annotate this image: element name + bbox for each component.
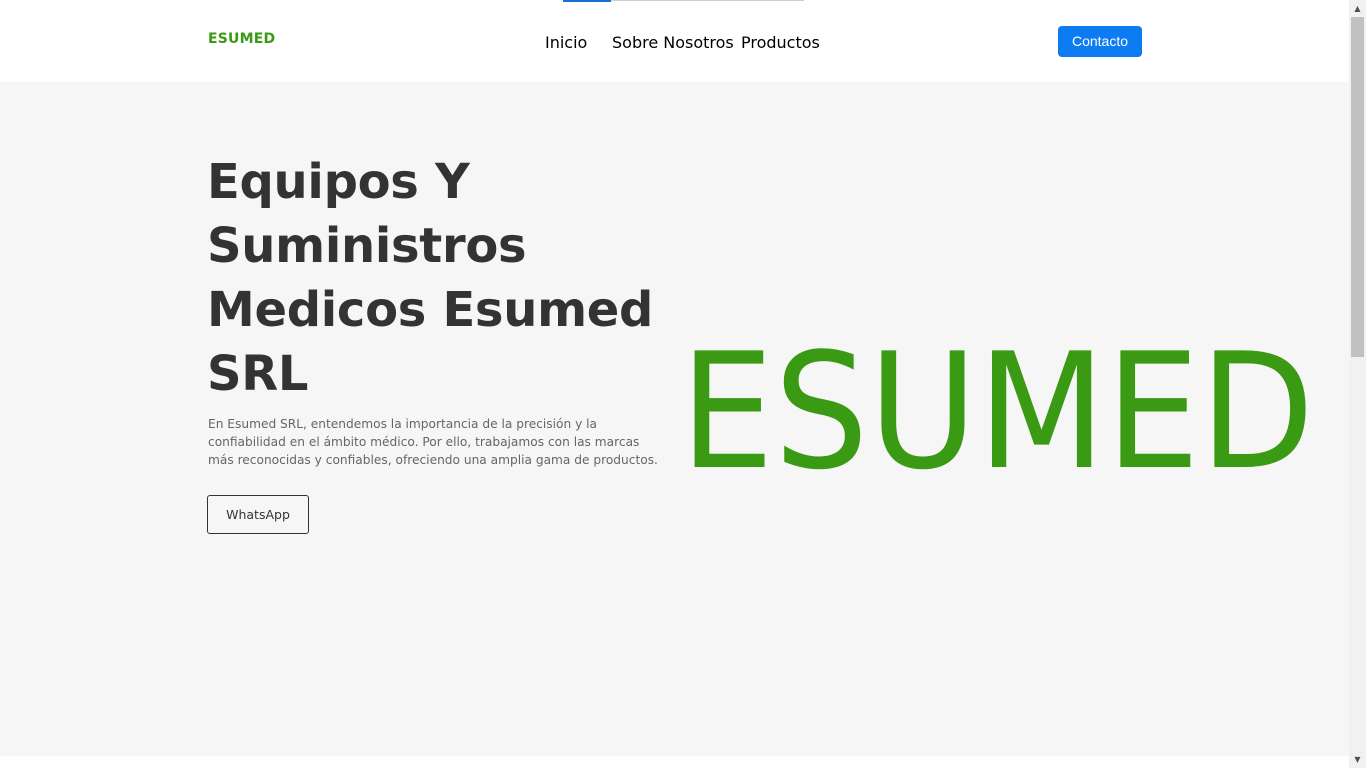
nav-active-indicator (563, 0, 611, 2)
hero-brand-logo: ESUMED (680, 318, 1315, 505)
hero-section: Equipos Y Suministros Medicos Esumed SRL… (0, 82, 1349, 756)
hero-title: Equipos Y Suministros Medicos Esumed SRL (207, 154, 654, 402)
vertical-scrollbar[interactable]: ▲ ▼ (1349, 0, 1366, 768)
nav-link-sobre-nosotros[interactable]: Sobre Nosotros (612, 33, 734, 52)
hero-description: En Esumed SRL, entendemos la importancia… (208, 417, 658, 467)
nav-link-inicio[interactable]: Inicio (545, 33, 587, 52)
scrollbar-thumb[interactable] (1351, 17, 1364, 357)
contact-button[interactable]: Contacto (1058, 26, 1142, 57)
nav-link-productos[interactable]: Productos (741, 33, 820, 52)
page: ESUMED Inicio Sobre Nosotros Productos C… (0, 0, 1349, 768)
site-header: ESUMED Inicio Sobre Nosotros Productos C… (0, 0, 1349, 82)
scroll-up-arrow-icon[interactable]: ▲ (1349, 0, 1366, 17)
whatsapp-button[interactable]: WhatsApp (207, 495, 309, 534)
scroll-down-arrow-icon[interactable]: ▼ (1349, 751, 1366, 768)
site-logo[interactable]: ESUMED (208, 31, 275, 47)
